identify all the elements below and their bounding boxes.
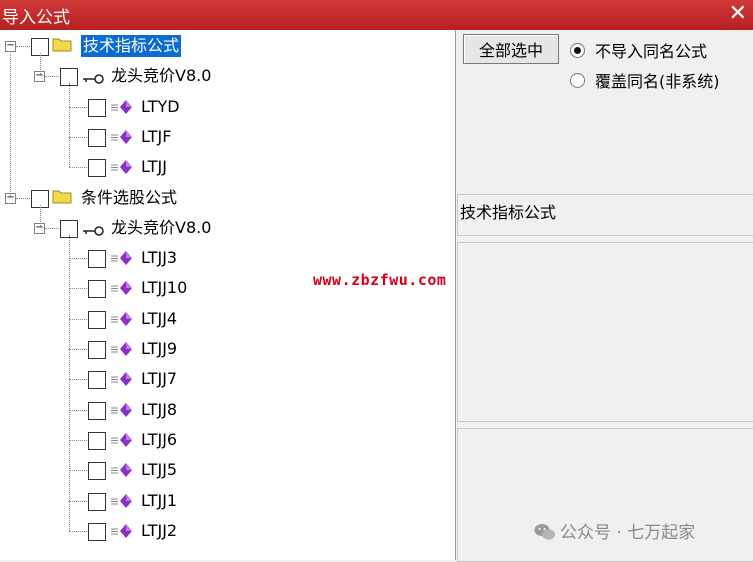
formula-checkbox[interactable] <box>88 492 106 511</box>
formula-gem-icon <box>110 402 134 418</box>
formula-gem-icon <box>110 493 134 509</box>
formula-gem-icon <box>110 371 134 387</box>
radio-overwrite-same-name[interactable]: 覆盖同名(非系统) <box>570 68 720 92</box>
formula-checkbox[interactable] <box>88 310 106 329</box>
tree-line <box>69 500 87 502</box>
formula-label[interactable]: LTJJ3 <box>141 247 177 269</box>
formula-checkbox[interactable] <box>88 128 106 147</box>
formula-tree[interactable]: − 技术指标公式 − 龙头竞价V8.0 LTYD LTJF LTJJ − 条件选股公式 − 龙头竞价… <box>0 30 456 560</box>
formula-checkbox[interactable] <box>88 159 106 178</box>
folder-label[interactable]: 龙头竞价V8.0 <box>111 217 211 239</box>
formula-label[interactable]: LTJJ7 <box>141 368 177 390</box>
tree-line <box>10 53 11 198</box>
title-bar: 导入公式 ✕ <box>0 0 753 30</box>
formula-checkbox[interactable] <box>88 431 106 450</box>
section-label: 技术指标公式 <box>460 203 557 222</box>
formula-label[interactable]: LTJJ4 <box>141 308 177 330</box>
tree-line <box>69 83 70 168</box>
folder-icon <box>52 189 72 204</box>
folder-label[interactable]: 龙头竞价V8.0 <box>111 65 211 87</box>
tree-line <box>69 439 87 441</box>
formula-label[interactable]: LTJF <box>141 126 171 148</box>
tree-line <box>45 76 59 78</box>
tree-line <box>16 197 30 199</box>
formula-checkbox[interactable] <box>88 341 106 359</box>
tree-line <box>40 53 41 77</box>
footer-text: 公众号 · 七万起家 <box>560 523 696 543</box>
formula-gem-icon <box>110 462 134 478</box>
formula-label[interactable]: LTJJ6 <box>141 429 177 451</box>
radio-no-import-same-name[interactable]: 不导入同名公式 <box>570 38 707 62</box>
description-panel <box>457 242 753 422</box>
formula-label[interactable]: LTJJ10 <box>141 277 187 299</box>
tree-line <box>69 379 87 381</box>
formula-gem-icon <box>110 129 134 145</box>
tree-line <box>69 470 87 472</box>
tree-line <box>69 234 70 531</box>
group-label[interactable]: 技术指标公式 <box>81 35 182 57</box>
close-icon[interactable]: ✕ <box>729 1 747 27</box>
formula-checkbox[interactable] <box>88 280 106 299</box>
formula-label[interactable]: LTJJ5 <box>141 459 177 481</box>
formula-label[interactable]: LTJJ1 <box>141 490 177 512</box>
tree-line <box>69 288 87 290</box>
key-icon <box>82 222 104 236</box>
formula-gem-icon <box>110 523 134 539</box>
formula-checkbox[interactable] <box>88 371 106 390</box>
formula-gem-icon <box>110 311 134 327</box>
formula-gem-icon <box>110 432 134 448</box>
radio-button-icon[interactable] <box>570 73 585 88</box>
radio-label: 不导入同名公式 <box>595 42 708 61</box>
tree-line <box>69 106 87 108</box>
formula-checkbox[interactable] <box>88 250 106 269</box>
tree-line <box>69 258 87 260</box>
wechat-footer: 公众号 · 七万起家 <box>534 518 695 543</box>
formula-checkbox[interactable] <box>88 522 106 541</box>
formula-gem-icon <box>110 99 134 115</box>
key-icon <box>82 70 104 85</box>
formula-gem-icon <box>110 159 134 175</box>
collapse-expander-icon[interactable]: − <box>5 41 16 52</box>
group-label[interactable]: 条件选股公式 <box>81 187 177 209</box>
radio-label: 覆盖同名(非系统) <box>595 72 720 91</box>
watermark-text: www.zbzfwu.com <box>313 271 447 289</box>
formula-checkbox[interactable] <box>88 401 106 420</box>
formula-gem-icon <box>110 250 134 266</box>
formula-checkbox[interactable] <box>88 98 106 117</box>
folder-icon <box>52 37 72 52</box>
tree-line <box>40 204 41 228</box>
formula-label[interactable]: LTJJ8 <box>141 399 177 421</box>
wechat-icon <box>534 524 555 540</box>
formula-label[interactable]: LTJJ9 <box>141 338 177 360</box>
tree-line <box>45 227 59 229</box>
select-all-button[interactable]: 全部选中 <box>463 34 559 64</box>
tree-line <box>16 46 30 47</box>
radio-button-icon[interactable] <box>570 43 585 58</box>
formula-checkbox[interactable] <box>88 462 106 481</box>
formula-label[interactable]: LTJJ <box>141 156 167 178</box>
tree-line <box>69 167 87 169</box>
tree-line <box>69 318 87 320</box>
formula-label[interactable]: LTJJ2 <box>141 520 177 542</box>
tree-line <box>69 409 87 411</box>
tree-line <box>69 530 87 532</box>
formula-label[interactable]: LTYD <box>141 96 180 118</box>
tree-line <box>69 349 87 350</box>
formula-gem-icon <box>110 341 134 357</box>
tree-line <box>69 136 87 138</box>
window-title: 导入公式 <box>2 8 70 28</box>
formula-gem-icon <box>110 280 134 296</box>
